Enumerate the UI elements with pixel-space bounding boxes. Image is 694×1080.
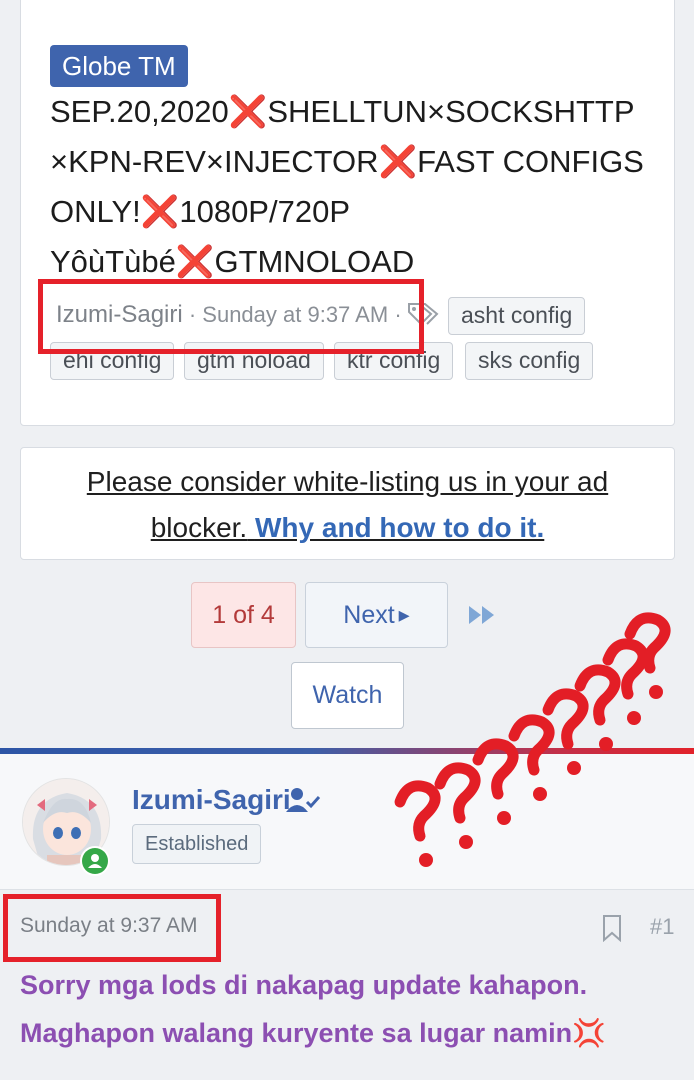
ad-notice-line-2: blocker. Why and how to do it. xyxy=(21,508,674,548)
user-online-icon xyxy=(88,854,102,868)
cross-mark-icon: ❌ xyxy=(175,244,215,279)
cross-mark-icon: ❌ xyxy=(228,94,268,129)
thread-title-line-1[interactable]: SEP.20,2020❌SHELLTUN×SOCKSHTTP xyxy=(50,92,635,132)
thread-title-line-3[interactable]: ONLY!❌1080P/720P xyxy=(50,192,350,232)
title-text: YôùTùbé xyxy=(50,244,176,279)
watch-label: Watch xyxy=(312,681,383,709)
question-marks-annotation xyxy=(394,612,671,867)
title-text: GTMNOLOAD xyxy=(214,244,415,279)
post-body-line-1: Sorry mga lods di nakapag update kahapon… xyxy=(20,970,588,1000)
annotation-highlight-box xyxy=(3,894,221,962)
watch-button[interactable]: Watch xyxy=(291,662,404,729)
cross-mark-icon: ❌ xyxy=(378,144,418,179)
ad-whitelist-link[interactable]: Why and how to do it. xyxy=(255,512,544,543)
title-text: FAST CONFIGS xyxy=(417,144,644,179)
next-label: Next xyxy=(343,600,395,629)
anger-emoji-icon: 💢 xyxy=(572,1018,606,1048)
cross-mark-icon: ❌ xyxy=(140,194,180,229)
ad-notice-text: blocker. xyxy=(150,512,248,543)
user-title-badge: Established xyxy=(132,824,262,864)
thread-title-line-4[interactable]: YôùTùbé❌GTMNOLOAD xyxy=(50,242,414,282)
page-indicator[interactable]: 1 of 4 xyxy=(191,582,296,648)
post-body-text: Maghapon walang kuryente sa lugar namin xyxy=(20,1018,573,1048)
post-number-link[interactable]: #1 xyxy=(650,914,674,940)
annotation-highlight-box xyxy=(38,279,424,354)
title-text: SEP.20,2020 xyxy=(50,94,229,129)
tag-sks-config[interactable]: sks config xyxy=(465,342,594,380)
title-text: ONLY! xyxy=(50,194,141,229)
ad-notice-card: Please consider white-listing us in your… xyxy=(20,447,675,560)
title-text: SHELLTUN×SOCKSHTTP xyxy=(267,94,635,129)
bookmark-icon[interactable] xyxy=(601,914,623,942)
online-status-indicator xyxy=(80,846,110,876)
title-text: 1080P/720P xyxy=(179,194,350,229)
thread-prefix-badge[interactable]: Globe TM xyxy=(50,45,188,87)
user-check-icon xyxy=(286,788,321,812)
title-text: ×KPN-REV×INJECTOR xyxy=(50,144,379,179)
ad-notice-line-1: Please consider white-listing us in your… xyxy=(86,466,609,497)
post-username-link[interactable]: Izumi-Sagiri xyxy=(132,784,291,816)
thread-title-line-2[interactable]: ×KPN-REV×INJECTOR❌FAST CONFIGS xyxy=(50,142,644,182)
tag-asht-config[interactable]: asht config xyxy=(448,297,586,335)
post-body-line-2: Maghapon walang kuryente sa lugar namin💢 xyxy=(20,1017,606,1049)
page-indicator-label: 1 of 4 xyxy=(212,600,275,629)
